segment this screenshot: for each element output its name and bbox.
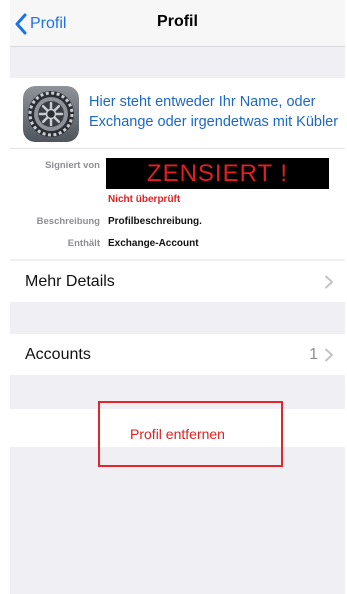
settings-screen: Profil Profil Hier steht entweder Ihr Na…: [10, 0, 345, 594]
signed-by-label: Signiert von: [45, 160, 100, 171]
chevron-right-icon: [325, 275, 333, 288]
censored-signer: ZENSIERT !: [106, 158, 329, 189]
description-value: Profilbeschreibung.: [108, 216, 202, 227]
page-title: Profil: [157, 13, 198, 30]
annotation-highlight-box: [98, 401, 283, 467]
navigation-bar: Profil Profil: [10, 0, 345, 47]
description-label: Beschreibung: [36, 216, 100, 227]
verification-status: Nicht überprüft: [108, 194, 181, 205]
profile-name: Hier steht entweder Ihr Name, oder Excha…: [89, 94, 339, 130]
accounts-label: Accounts: [25, 345, 91, 363]
accounts-row[interactable]: Accounts 1: [10, 334, 345, 375]
divider: [10, 148, 345, 149]
settings-gear-icon: [23, 86, 79, 142]
more-details-row[interactable]: Mehr Details: [10, 261, 345, 302]
accounts-count: 1: [309, 345, 318, 363]
contains-label: Enthält: [67, 238, 100, 249]
more-details-label: Mehr Details: [25, 272, 115, 290]
contains-value: Exchange-Account: [108, 238, 199, 249]
chevron-right-icon: [325, 348, 333, 361]
